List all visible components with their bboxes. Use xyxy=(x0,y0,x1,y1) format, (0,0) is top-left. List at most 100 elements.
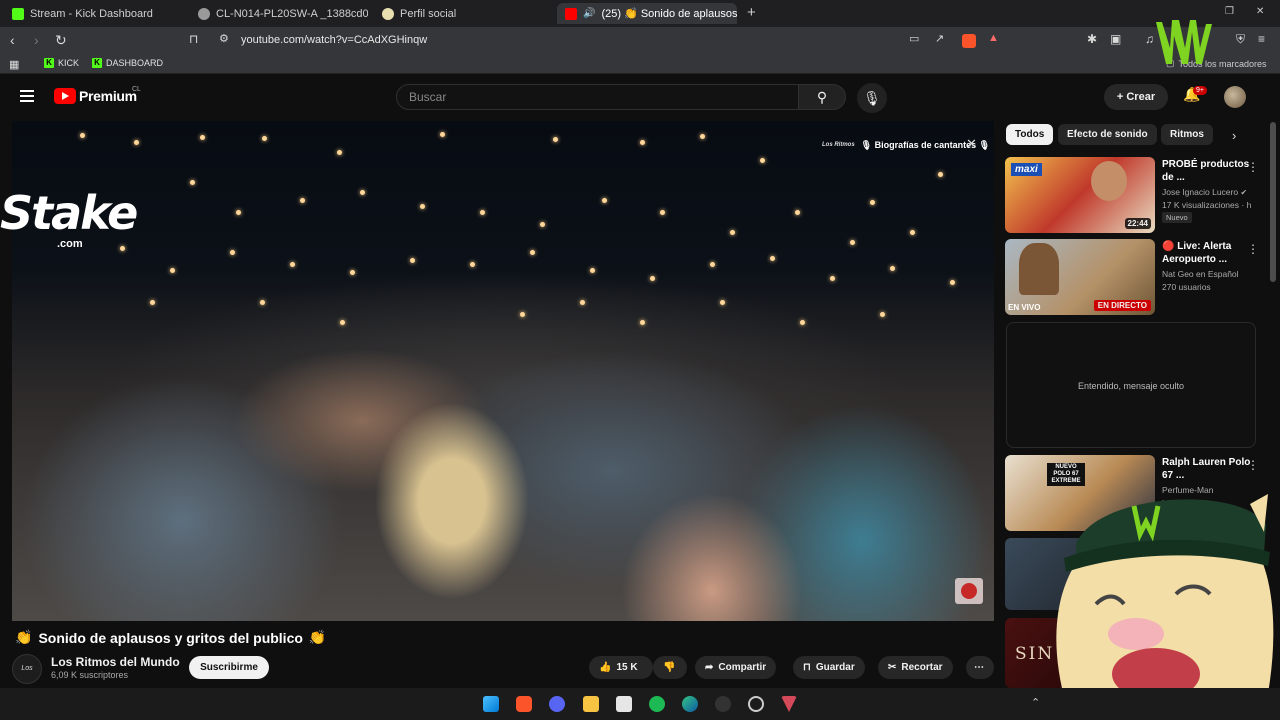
recommendation-thumbnail[interactable]: EN VIVO EN DIRECTO xyxy=(1005,239,1155,315)
subscribe-button[interactable]: Suscribirme xyxy=(189,656,269,679)
site-info-icon[interactable]: ⚙ xyxy=(219,32,229,45)
thumbnail-text: maxi xyxy=(1011,163,1042,176)
more-options-icon[interactable]: ⋮ xyxy=(1247,242,1259,256)
vpn-icon[interactable]: ⛨ xyxy=(1236,32,1245,47)
extensions-icon[interactable]: ✱ xyxy=(1087,32,1097,46)
sidebar-scrollbar[interactable] xyxy=(1270,122,1276,282)
restore-icon[interactable]: ❐ xyxy=(1225,6,1234,17)
share-icon[interactable]: ↗ xyxy=(935,32,944,45)
crowd-light xyxy=(80,133,85,138)
youtube-play-icon xyxy=(54,88,76,104)
channel-name[interactable]: Los Ritmos del Mundo xyxy=(51,655,180,669)
hamburger-menu-icon[interactable] xyxy=(20,90,34,102)
video-player[interactable] xyxy=(12,121,994,621)
kick-icon: K xyxy=(44,58,54,68)
recommendation-channel: Nat Geo en Español xyxy=(1162,269,1239,279)
forward-icon[interactable]: › xyxy=(34,32,39,48)
brave-shield-icon[interactable] xyxy=(962,34,976,48)
video-title-row: 👏 Sonido de aplausos y gritos del public… xyxy=(15,629,326,646)
tab-youtube-active[interactable]: 🔊 (25) 👏 Sonido de aplausos y... ✕ xyxy=(557,3,737,24)
clip-button[interactable]: ✂ Recortar xyxy=(878,656,953,679)
tab-title: Stream - Kick Dashboard xyxy=(30,7,153,20)
app-icon[interactable] xyxy=(616,696,632,712)
crowd-light xyxy=(800,320,805,325)
crowd-light xyxy=(350,270,355,275)
chip-ritmos[interactable]: Ritmos xyxy=(1161,124,1213,145)
apps-grid-icon[interactable]: ▦ xyxy=(9,58,19,71)
voice-search-button[interactable]: 🎙 xyxy=(857,83,887,113)
spotify-icon[interactable] xyxy=(649,696,665,712)
search-button[interactable]: ⚲ xyxy=(798,84,846,110)
crowd-light xyxy=(170,268,175,273)
en-vivo-text: EN VIVO xyxy=(1008,303,1041,312)
address-bar[interactable]: youtube.com/watch?v=CcAdXGHinqw xyxy=(241,34,427,46)
tab-cl-n014[interactable]: CL-N014-PL20SW-A _1388cd001ff64... xyxy=(190,3,368,24)
bookmark-kick[interactable]: K KICK xyxy=(44,58,79,68)
reload-icon[interactable]: ↻ xyxy=(55,32,67,49)
clip-label: Recortar xyxy=(901,662,943,673)
avatar[interactable] xyxy=(1224,86,1246,108)
steam-icon[interactable] xyxy=(748,696,764,712)
more-options-icon[interactable]: ⋮ xyxy=(1247,160,1259,174)
share-button[interactable]: ➦ Compartir xyxy=(695,656,777,679)
dislike-button[interactable]: 👎 xyxy=(653,656,687,679)
speaker-icon: 🔊 xyxy=(583,8,596,19)
chip-todos[interactable]: Todos xyxy=(1006,124,1054,145)
file-explorer-icon[interactable] xyxy=(583,696,599,712)
channel-avatar[interactable]: Los Ritmos xyxy=(12,654,42,700)
tab-perfil-social[interactable]: Perfil social xyxy=(374,3,552,24)
more-options-icon[interactable]: ⋮ xyxy=(1247,458,1259,472)
tab-title: Perfil social xyxy=(400,7,457,20)
close-window-icon[interactable]: ✕ xyxy=(1256,6,1264,17)
back-icon[interactable]: ‹ xyxy=(10,32,15,48)
discord-icon[interactable] xyxy=(549,696,565,712)
thumbnail-text: NUEVO POLO 67 EXTREME xyxy=(1047,463,1085,486)
brave-browser-icon[interactable] xyxy=(516,696,532,712)
clap-emoji-icon: 👏 xyxy=(308,629,327,645)
scissors-icon: ✂ xyxy=(888,662,897,673)
close-overlay-icon[interactable]: ✕ xyxy=(966,136,977,152)
chevron-right-icon[interactable]: › xyxy=(1232,128,1236,143)
microphone-icon: 🎙 xyxy=(863,90,881,106)
save-label: Guardar xyxy=(815,662,855,673)
edge-icon[interactable] xyxy=(682,696,698,712)
chevron-up-icon[interactable]: ⌃ xyxy=(1031,696,1040,709)
like-button[interactable]: 👍 15 K xyxy=(589,656,653,679)
screenshot-icon[interactable]: ▣ xyxy=(1110,32,1121,46)
rewards-icon[interactable]: ▲ xyxy=(988,32,999,44)
cast-icon[interactable]: ▭ xyxy=(909,32,919,45)
obs-icon[interactable] xyxy=(715,696,731,712)
windows-start-icon[interactable] xyxy=(483,696,499,712)
app-icon[interactable] xyxy=(781,696,797,712)
recommendation-title[interactable]: 🔴 Live: Alerta Aeropuerto ... xyxy=(1162,240,1252,266)
recommendation-title[interactable]: PROBÉ productos de ... xyxy=(1162,158,1252,184)
menu-icon[interactable]: ≡ xyxy=(1258,32,1265,46)
save-button[interactable]: ⊓ Guardar xyxy=(793,656,865,679)
crowd-light xyxy=(150,300,155,305)
crowd-light xyxy=(553,137,558,142)
crowd-light xyxy=(420,204,425,209)
bookmark-dashboard[interactable]: K DASHBOARD xyxy=(92,58,163,68)
thumbs-down-icon: 👎 xyxy=(663,662,676,673)
youtube-premium-logo[interactable]: Premium xyxy=(54,88,137,104)
thumbnail-person xyxy=(1019,243,1059,295)
more-actions-button[interactable]: ⋯ xyxy=(966,656,994,679)
crowd-light xyxy=(580,300,585,305)
recommendation-title[interactable]: Ralph Lauren Polo 67 ... xyxy=(1162,456,1252,482)
search-input[interactable]: Buscar xyxy=(396,84,799,110)
crowd-light xyxy=(830,276,835,281)
crowd-light xyxy=(660,210,665,215)
sponsor-logo: Stake xyxy=(0,186,138,240)
channel-branding-icon[interactable] xyxy=(955,578,983,604)
create-button[interactable]: + Crear xyxy=(1104,84,1168,110)
new-tab-button[interactable]: + xyxy=(747,4,756,21)
tab-kick-dashboard[interactable]: Stream - Kick Dashboard xyxy=(4,3,184,24)
crowd-light xyxy=(230,250,235,255)
crowd-light xyxy=(760,158,765,163)
channel-watermark: Los Ritmos xyxy=(822,142,855,148)
recommendation-thumbnail[interactable]: maxi 22:44 xyxy=(1005,157,1155,233)
bookmark-icon[interactable]: ⊓ xyxy=(189,32,198,46)
playlist-overlay[interactable]: Los Ritmos 🎙 Biografías de cantantes 🎙 xyxy=(822,136,990,154)
chip-efecto-de-sonido[interactable]: Efecto de sonido xyxy=(1058,124,1157,145)
recommendation-channel: Jose Ignacio Lucero ✔ xyxy=(1162,187,1247,197)
